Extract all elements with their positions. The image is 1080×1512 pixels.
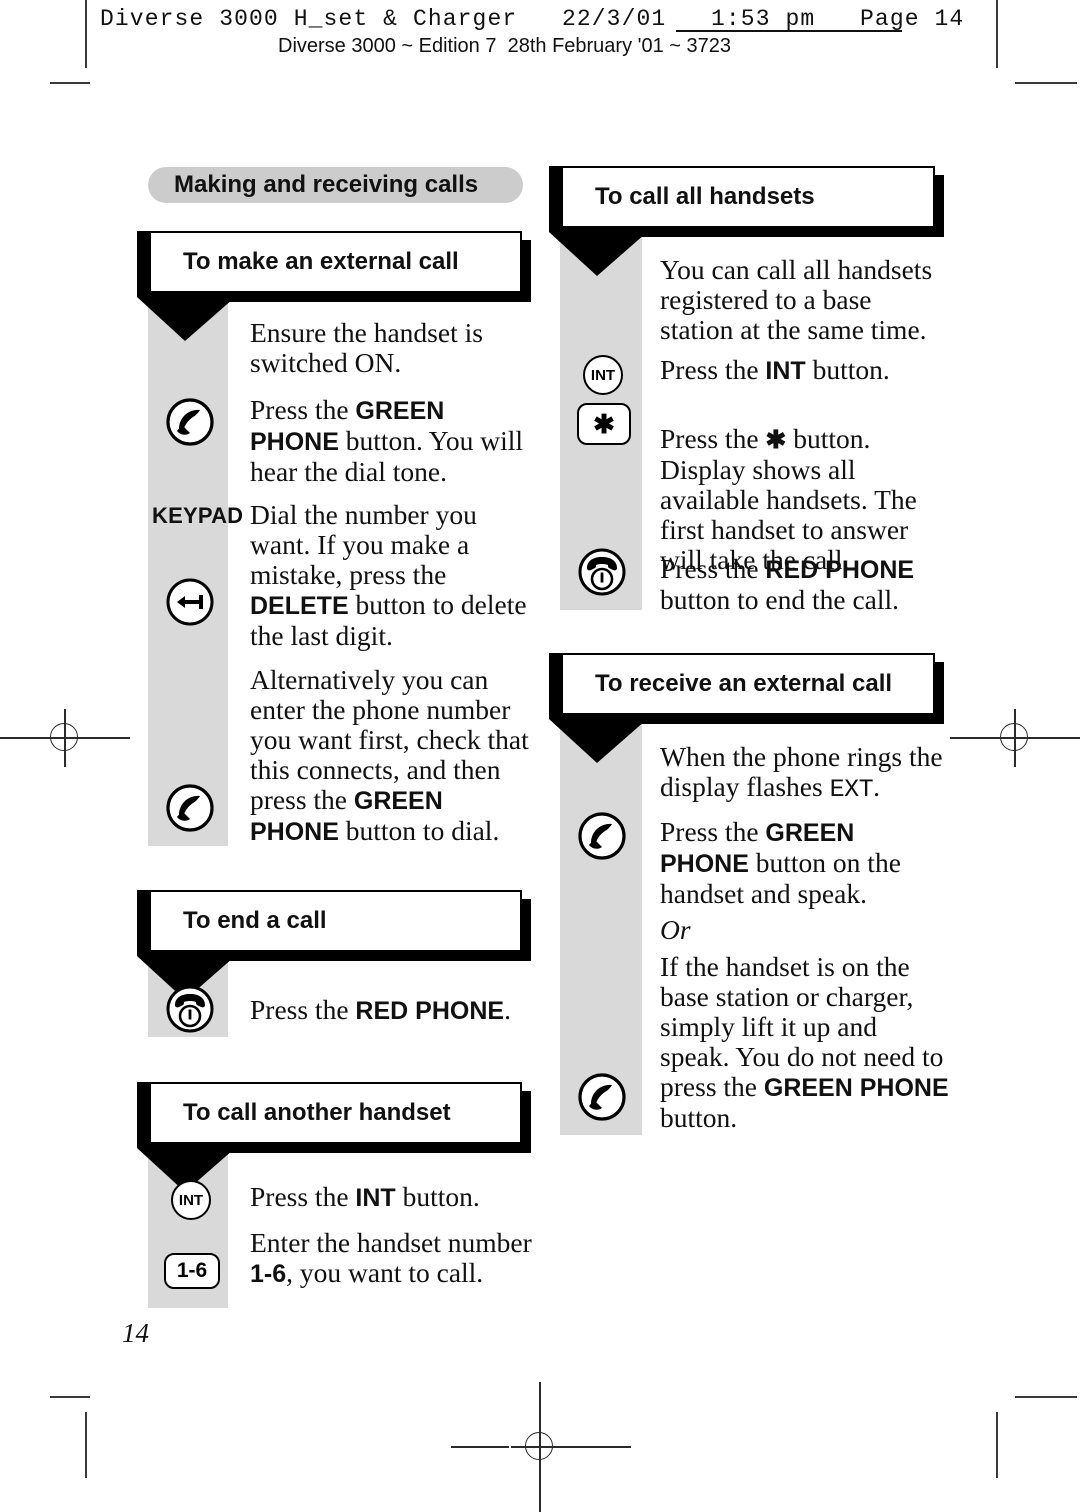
green-phone-icon [166, 398, 214, 446]
crop-mark-top-left-v [85, 0, 87, 68]
green-phone-icon [578, 812, 626, 860]
print-slug-line-1: Diverse 3000 H_set & Charger 22/3/01 1:5… [100, 6, 965, 32]
step-text: Or [660, 915, 950, 945]
icon-rail-make-external-call [148, 296, 228, 846]
step-body: Enter the handset number 1-6, you want t… [250, 1227, 532, 1289]
step-text: When the phone rings the display flashes… [660, 742, 950, 805]
green-phone-icon [166, 784, 214, 832]
callout-call-all-handsets: To call all handsets [549, 166, 944, 276]
step-body: Ensure the handset is switched ON. [250, 317, 483, 378]
registration-mark-left [0, 709, 130, 767]
callout-shadow-right [522, 240, 531, 302]
crop-mark-bottom-right-h [1015, 1396, 1077, 1398]
step-body: If the handset is on the base station or… [660, 951, 949, 1133]
callout-title: To make an external call [183, 248, 459, 275]
callout-title: To call all handsets [595, 183, 815, 210]
callout-receive-external-call: To receive an external call [549, 653, 944, 763]
crop-mark-top-right-v [996, 0, 998, 68]
star-button-label: ✱ [593, 408, 615, 439]
step-text: Press the INT button. [660, 355, 950, 386]
step-text: You can call all handsets registered to … [660, 255, 950, 345]
step-text: Press the RED PHONE button to end the ca… [660, 554, 950, 615]
red-phone-icon [166, 985, 214, 1033]
step-body: Press the INT button. [250, 1181, 480, 1213]
step-body: Press the RED PHONE. [250, 994, 511, 1026]
green-phone-icon [578, 1073, 626, 1121]
step-body: Press the GREEN PHONE button on the hand… [660, 816, 901, 909]
keypad-label: KEYPAD [152, 503, 244, 528]
callout-shadow-right [935, 662, 944, 724]
crop-mark-top-left-h [50, 82, 90, 84]
delete-backspace-icon [166, 578, 214, 626]
step-body: Press the GREEN PHONE button. You will h… [250, 394, 524, 487]
section-header-label: Making and receiving calls [174, 171, 479, 198]
crop-mark-top-right-h [1015, 82, 1077, 84]
step-body: Press the INT button. [660, 354, 890, 386]
section-header-pill: Making and receiving calls [148, 167, 523, 203]
callout-end-call: To end a call [137, 890, 531, 1000]
step-text: Enter the handset number 1-6, you want t… [250, 1228, 535, 1289]
callout-shadow-right [935, 175, 944, 237]
manual-page: Diverse 3000 H_set & Charger 22/3/01 1:5… [0, 0, 1080, 1512]
step-text: Ensure the handset is switched ON. [250, 318, 535, 378]
step-body: Or [660, 914, 691, 945]
red-phone-icon [578, 548, 626, 596]
registration-mark-bottom [451, 1382, 631, 1512]
step-text: Alternatively you can enter the phone nu… [250, 665, 535, 847]
crop-mark-bottom-left-v [85, 1412, 87, 1478]
print-slug-line-2: Diverse 3000 ~ Edition 7 28th February '… [278, 35, 731, 57]
step-text: Press the RED PHONE. [250, 995, 535, 1026]
crop-mark-bottom-left-h [50, 1396, 90, 1398]
callout-make-external-call: To make an external call [137, 231, 531, 341]
step-body: When the phone rings the display flashes… [660, 741, 943, 805]
page-number: 14 [122, 1318, 149, 1348]
callout-title: To receive an external call [595, 670, 893, 697]
step-text: Press the GREEN PHONE button. You will h… [250, 395, 535, 487]
callout-shadow-right [522, 1091, 531, 1153]
crop-mark-bottom-right-v [996, 1412, 998, 1478]
callout-title: To call another handset [183, 1099, 451, 1126]
step-text: Press the INT button. [250, 1182, 535, 1213]
int-button-icon: INT [171, 1180, 211, 1220]
handset-number-key-label: 1-6 [176, 1259, 208, 1282]
step-text: If the handset is on the base station or… [660, 952, 950, 1133]
callout-title: To end a call [183, 907, 327, 934]
step-body: Press the RED PHONE button to end the ca… [660, 553, 915, 615]
int-button-icon: INT [583, 355, 623, 395]
callout-shadow-right [522, 899, 531, 961]
registration-mark-right [950, 709, 1080, 767]
star-button-icon: ✱ [577, 403, 631, 445]
int-button-label: INT [590, 366, 616, 384]
callout-call-another-handset: To call another handset [137, 1082, 531, 1192]
step-body: Dial the number you want. If you make a … [250, 499, 527, 651]
print-slug-rule [676, 30, 902, 32]
step-text: Press the GREEN PHONE button on the hand… [660, 817, 950, 909]
step-text: Dial the number you want. If you make a … [250, 500, 535, 651]
step-body: You can call all handsets registered to … [660, 254, 933, 345]
int-button-label: INT [178, 1191, 204, 1209]
step-body: Alternatively you can enter the phone nu… [250, 664, 529, 847]
handset-number-key-icon: 1-6 [164, 1253, 220, 1289]
